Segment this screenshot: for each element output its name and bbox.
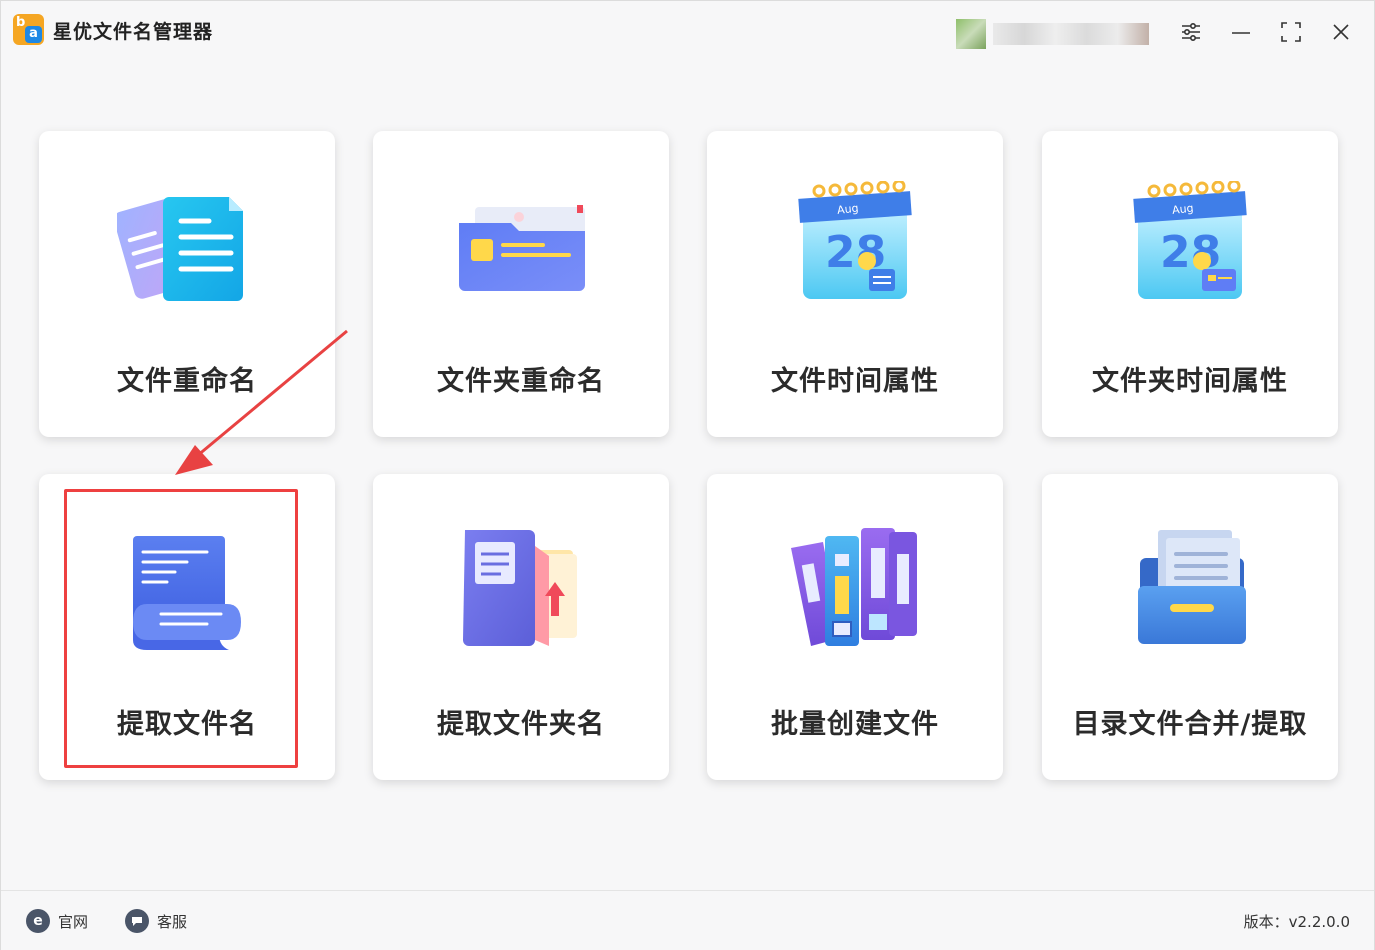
card-file-time[interactable]: Aug 28 文件时间属性 bbox=[707, 131, 1003, 437]
minimize-button[interactable] bbox=[1228, 19, 1254, 45]
customer-service-link[interactable]: 客服 bbox=[125, 909, 187, 933]
version-text: 版本：v2.2.0.0 bbox=[1243, 913, 1350, 931]
logo-letter-b: b bbox=[16, 15, 26, 30]
footer-bar: e 官网 客服 版本：v2.2.0.0 bbox=[1, 890, 1374, 950]
binders-icon bbox=[791, 528, 917, 646]
card-label: 目录文件合并/提取 bbox=[1072, 709, 1308, 740]
card-label: 批量创建文件 bbox=[771, 709, 939, 740]
website-label: 官网 bbox=[58, 912, 89, 931]
card-batch-create[interactable]: 批量创建文件 bbox=[707, 474, 1003, 780]
red-arrow-annotation bbox=[175, 329, 348, 475]
maximize-button[interactable] bbox=[1278, 19, 1304, 45]
title-bar: b a 星优文件名管理器 bbox=[1, 1, 1374, 63]
card-label: 文件夹重命名 bbox=[437, 366, 605, 397]
card-dir-merge-extract[interactable]: 目录文件合并/提取 bbox=[1042, 474, 1338, 780]
card-extract-foldername[interactable]: 提取文件夹名 bbox=[373, 474, 669, 780]
website-link[interactable]: e 官网 bbox=[26, 909, 88, 933]
folder-icon bbox=[459, 205, 585, 291]
ie-icon: e bbox=[26, 909, 50, 933]
minimize-icon bbox=[1232, 32, 1250, 34]
document-icon bbox=[117, 197, 243, 301]
app-window: b a 星优文件名管理器 文件重命名 文件夹重命名 Aug 28 文件时间属性 … bbox=[0, 0, 1375, 950]
calendar-month: Aug bbox=[1171, 202, 1194, 217]
close-icon bbox=[1333, 24, 1349, 40]
sliders-icon bbox=[1182, 22, 1200, 42]
service-label: 客服 bbox=[157, 912, 188, 931]
calendar-month: Aug bbox=[836, 202, 859, 217]
settings-button[interactable] bbox=[1178, 19, 1204, 45]
logo-letter-a: a bbox=[25, 26, 42, 43]
chat-icon bbox=[125, 909, 149, 933]
app-title: 星优文件名管理器 bbox=[53, 21, 214, 43]
user-name-blurred[interactable] bbox=[993, 23, 1149, 45]
card-folder-time[interactable]: Aug 28 文件夹时间属性 bbox=[1042, 131, 1338, 437]
card-label: 文件夹时间属性 bbox=[1092, 366, 1288, 397]
close-button[interactable] bbox=[1328, 19, 1354, 45]
file-drawer-icon bbox=[1138, 530, 1246, 644]
app-logo-icon: b a bbox=[13, 14, 44, 45]
highlight-box bbox=[64, 489, 298, 768]
card-label: 文件时间属性 bbox=[771, 366, 939, 397]
maximize-icon bbox=[1281, 22, 1301, 42]
folder-extract-icon bbox=[463, 530, 577, 646]
calendar-icon: Aug 28 bbox=[798, 181, 912, 299]
user-avatar[interactable] bbox=[956, 19, 986, 49]
calendar-folder-icon: Aug 28 bbox=[1133, 181, 1247, 299]
card-label: 提取文件夹名 bbox=[437, 709, 605, 740]
card-folder-rename[interactable]: 文件夹重命名 bbox=[373, 131, 669, 437]
